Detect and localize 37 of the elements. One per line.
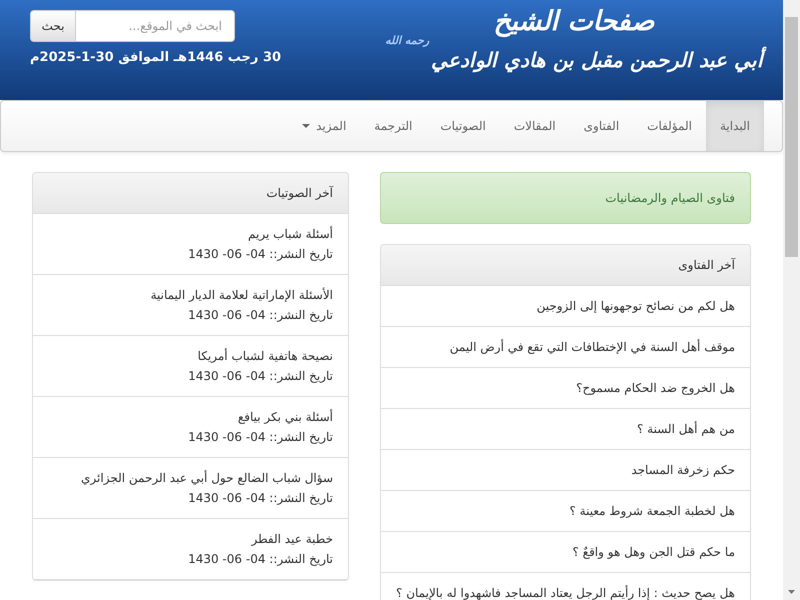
publish-date: تاريخ النشر:: 04- 06- 1430 <box>187 247 334 261</box>
nav-tab[interactable]: الصوتيات <box>426 101 500 151</box>
nav-tab[interactable]: المزيد <box>288 101 360 151</box>
publish-date: تاريخ النشر:: 04- 06- 1430 <box>187 369 334 383</box>
fatwa-link[interactable]: ما حكم قتل الجن وهل هو واقعٌ ؟ <box>381 532 750 573</box>
logo-title: صفحات الشيخ <box>493 5 655 40</box>
notice-banner[interactable]: فتاوى الصيام والرمضانيات <box>380 172 751 224</box>
audio-title[interactable]: أسئلة بني بكر بيافع <box>48 410 334 424</box>
publish-date: تاريخ النشر:: 04- 06- 1430 <box>187 491 334 505</box>
panel-heading: آخر الصوتيات <box>33 173 348 214</box>
fatwa-link[interactable]: من هم أهل السنة ؟ <box>381 409 750 450</box>
fatwa-link[interactable]: هل يصح حديث : إذا رأيتم الرجل يعتاد المساجد فاشهدوا له بالإيمان ؟ <box>381 573 750 600</box>
publish-date: تاريخ النشر:: 04- 06- 1430 <box>187 308 334 322</box>
publish-date: تاريخ النشر:: 04- 06- 1430 <box>187 552 334 566</box>
audio-title[interactable]: سؤال شباب الضالع حول أبي عبد الرحمن الجزائري <box>48 471 334 485</box>
scroll-thumb[interactable] <box>785 17 798 257</box>
nav-tab[interactable]: المؤلفات <box>633 101 706 151</box>
nav-tab[interactable]: الترجمة <box>360 101 426 151</box>
panel-heading: آخر الفتاوى <box>381 245 750 286</box>
audio-title[interactable]: أسئلة شباب يريم <box>48 227 334 241</box>
fatwa-link[interactable]: حكم زخرفة المساجد <box>381 450 750 491</box>
fatwa-link[interactable]: هل لخطبة الجمعة شروط معينة ؟ <box>381 491 750 532</box>
logo-honorific: رحمه الله <box>385 34 430 47</box>
nav-tab[interactable]: البداية <box>706 101 764 151</box>
audio-title[interactable]: نصيحة هاتفية لشباب أمريكا <box>48 349 334 363</box>
publish-date: تاريخ النشر:: 04- 06- 1430 <box>187 430 334 444</box>
date-text: 30 رجب 1446هـ الموافق 30-1-2025م <box>30 50 282 65</box>
scrollbar[interactable] <box>783 0 800 600</box>
fatwa-link[interactable]: هل الخروج ضد الحكام مسموح؟ <box>381 368 750 409</box>
nav-tab[interactable]: المقالات <box>500 101 570 151</box>
search-field[interactable]: ابحث في الموقع... <box>75 10 235 42</box>
fatwa-link[interactable]: موقف أهل السنة في الإختطافات التي تقع في أرض اليمن <box>381 327 750 368</box>
nav-tab[interactable]: الفتاوى <box>570 101 634 151</box>
audio-title[interactable]: الأسئلة الإماراتية لعلامة الديار اليمانية <box>48 288 334 302</box>
fatwa-link[interactable]: هل لكم من نصائح توجهونها إلى الزوجين <box>381 286 750 327</box>
audio-title[interactable]: خطبة عيد الفطر <box>48 532 334 546</box>
search-button[interactable]: بحث <box>30 10 75 42</box>
